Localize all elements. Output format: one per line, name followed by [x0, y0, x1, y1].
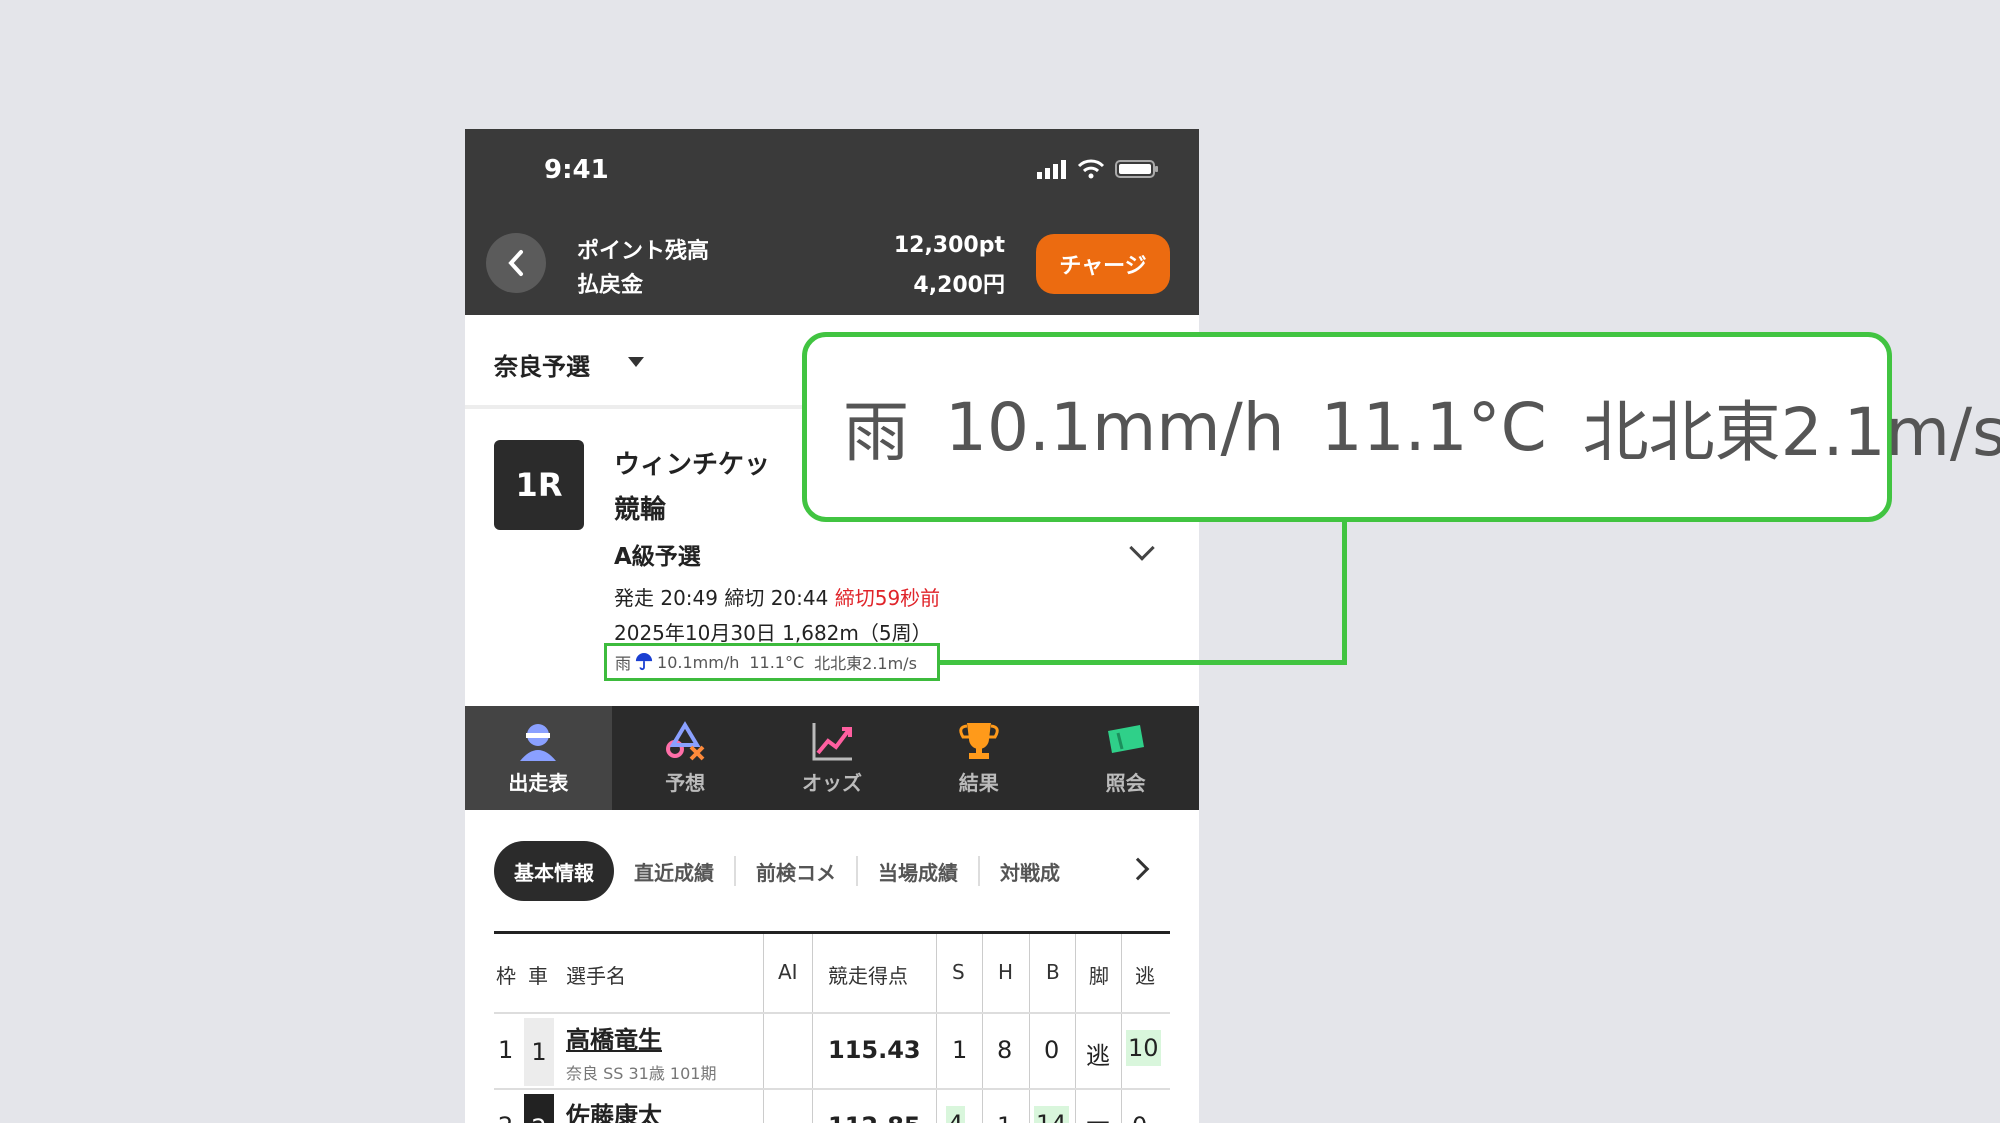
- weather-temp: 11.1°C: [1320, 388, 1547, 466]
- subtab-venue-results[interactable]: 当場成績: [856, 856, 978, 886]
- rider-name[interactable]: 佐藤康太: [566, 1096, 662, 1123]
- app-header: ポイント残高 払戻金 12,300pt 4,200円 チャージ: [465, 219, 1199, 315]
- deadline-countdown: 締切59秒前: [834, 586, 941, 610]
- subtab-recent-results[interactable]: 直近成績: [614, 856, 734, 886]
- rider-name[interactable]: 高橋竜生: [566, 1020, 662, 1055]
- scroll-right-icon[interactable]: [1126, 857, 1150, 881]
- refund-label: 払戻金: [577, 273, 644, 298]
- race-title: ウィンチケッ: [614, 450, 771, 480]
- race-category: 競輪: [614, 495, 667, 525]
- subtab-bar: 基本情報 直近成績 前検コメ 当場成績 対戦成: [494, 841, 1080, 901]
- subtab-basic-info[interactable]: 基本情報: [494, 841, 614, 901]
- callout-connector: [1342, 522, 1347, 665]
- race-grade: A級予選: [614, 544, 701, 570]
- weather-condition: 雨: [843, 394, 909, 471]
- subtab-pre-inspection[interactable]: 前検コメ: [734, 856, 856, 886]
- entries-table: 枠 車 選手名 AI 競走得点 S H B 脚 逃 1 1 高橋竜生 奈良 SS…: [494, 931, 1170, 1123]
- weather-callout: 雨 10.1mm/h 11.1°C 北北東2.1m/s: [802, 332, 2000, 522]
- status-bar: 9:41: [465, 129, 1199, 219]
- point-label: ポイント残高: [577, 239, 710, 264]
- wifi-icon: [1077, 159, 1105, 179]
- point-value: 12,300pt: [893, 233, 1005, 258]
- table-header: 枠 車 選手名 AI 競走得点 S H B 脚 逃: [494, 934, 1170, 1014]
- tab-entries[interactable]: 出走表: [465, 706, 612, 810]
- chevron-left-icon: [508, 250, 523, 276]
- ticket-icon: [1107, 724, 1144, 753]
- table-row[interactable]: 2 2 佐藤康太 112.85 4 1 14 両 0: [494, 1090, 1170, 1123]
- refund-value: 4,200円: [913, 273, 1005, 298]
- weather-info-small: 雨 10.1mm/h 11.1°C 北北東2.1m/s: [604, 643, 940, 681]
- charge-button[interactable]: チャージ: [1036, 234, 1170, 294]
- race-time-info: 発走 20:49 締切 20:44 締切59秒前: [614, 586, 941, 610]
- expand-chevron-icon[interactable]: [1129, 535, 1155, 561]
- prediction-icon: [666, 720, 705, 760]
- battery-icon: [1115, 160, 1158, 178]
- caret-down-icon: [628, 357, 644, 367]
- back-button[interactable]: [486, 233, 546, 293]
- phone-screen: 9:41 ポイント残高 払戻金 12,300pt 4,200円 チャージ 奈良予…: [465, 129, 1199, 1123]
- race-date-info: 2025年10月30日 1,682m（5周）: [614, 621, 932, 645]
- tab-results[interactable]: 結果: [905, 706, 1052, 810]
- main-tab-bar: 出走表 予想 オッズ 結果 照会: [465, 706, 1199, 810]
- venue-name: 奈良予選: [494, 353, 590, 381]
- subtab-head-to-head[interactable]: 対戦成: [978, 856, 1080, 886]
- tab-prediction[interactable]: 予想: [612, 706, 759, 810]
- tab-odds[interactable]: オッズ: [759, 706, 906, 810]
- status-time: 9:41: [544, 155, 609, 185]
- tab-inquiry[interactable]: 照会: [1052, 706, 1199, 810]
- rider-icon: [520, 723, 557, 761]
- weather-wind: 北北東2.1m/s: [1582, 394, 2000, 471]
- callout-connector: [940, 660, 1347, 665]
- signal-icon: [1037, 160, 1066, 179]
- race-number-badge: 1R: [494, 440, 584, 530]
- odds-chart-icon: [812, 722, 852, 760]
- weather-rain: 10.1mm/h: [945, 388, 1285, 466]
- trophy-icon: [959, 722, 999, 759]
- table-row[interactable]: 1 1 高橋竜生 奈良 SS 31歳 101期 115.43 1 8 0 逃 1…: [494, 1014, 1170, 1090]
- umbrella-icon: [635, 653, 653, 671]
